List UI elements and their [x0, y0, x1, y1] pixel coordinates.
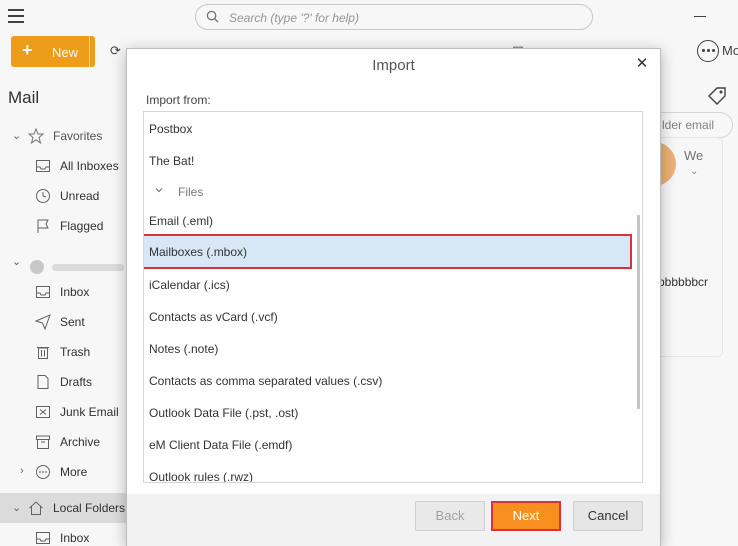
list-item-label: iCalendar (.ics): [149, 278, 230, 292]
list-group-label: Files: [178, 185, 204, 199]
list-item-outlook-rules[interactable]: Outlook rules (.rwz): [144, 460, 634, 483]
list-item-label: Notes (.note): [149, 342, 219, 356]
import-dialog: Import ✕ Import from: Postbox The Bat! F…: [126, 48, 661, 546]
list-group-files[interactable]: Files: [144, 175, 634, 207]
list-item-notes[interactable]: Notes (.note): [144, 332, 634, 364]
list-item-label: Mailboxes (.mbox): [149, 245, 248, 259]
list-item-label: Outlook Data File (.pst, .ost): [149, 406, 299, 420]
list-item-label: Postbox: [149, 122, 193, 136]
list-item-the-bat[interactable]: The Bat!: [144, 144, 634, 176]
list-item-label: eM Client Data File (.emdf): [149, 438, 293, 452]
back-button[interactable]: Back: [415, 501, 485, 531]
list-item-postbox[interactable]: Postbox: [144, 112, 634, 144]
list-item-label: Email (.eml): [149, 214, 214, 228]
cancel-button[interactable]: Cancel: [573, 501, 643, 531]
list-item-label: Contacts as vCard (.vcf): [149, 310, 278, 324]
dialog-title: Import: [372, 57, 415, 74]
list-item-vcard[interactable]: Contacts as vCard (.vcf): [144, 300, 634, 332]
list-item-label: Contacts as comma separated values (.csv…: [149, 374, 383, 388]
list-item-emdf[interactable]: eM Client Data File (.emdf): [144, 428, 634, 460]
list-item-csv[interactable]: Contacts as comma separated values (.csv…: [144, 364, 634, 396]
dialog-footer: Back Next Cancel: [127, 494, 660, 546]
next-button[interactable]: Next: [491, 501, 561, 531]
import-from-label: Import from:: [146, 93, 211, 107]
list-item-label: The Bat!: [149, 154, 195, 168]
scrollbar[interactable]: [637, 215, 640, 409]
chevron-down-icon[interactable]: [155, 186, 163, 194]
list-item-mailboxes-mbox[interactable]: Mailboxes (.mbox): [144, 234, 632, 269]
list-item-outlook-pst[interactable]: Outlook Data File (.pst, .ost): [144, 396, 634, 428]
list-item-label: Outlook rules (.rwz): [149, 470, 254, 483]
import-source-list[interactable]: Postbox The Bat! Files Email (.eml) Mail…: [143, 111, 643, 483]
list-item-email-eml[interactable]: Email (.eml): [144, 204, 634, 236]
list-item-icalendar[interactable]: iCalendar (.ics): [144, 268, 634, 300]
close-icon[interactable]: ✕: [634, 56, 650, 72]
